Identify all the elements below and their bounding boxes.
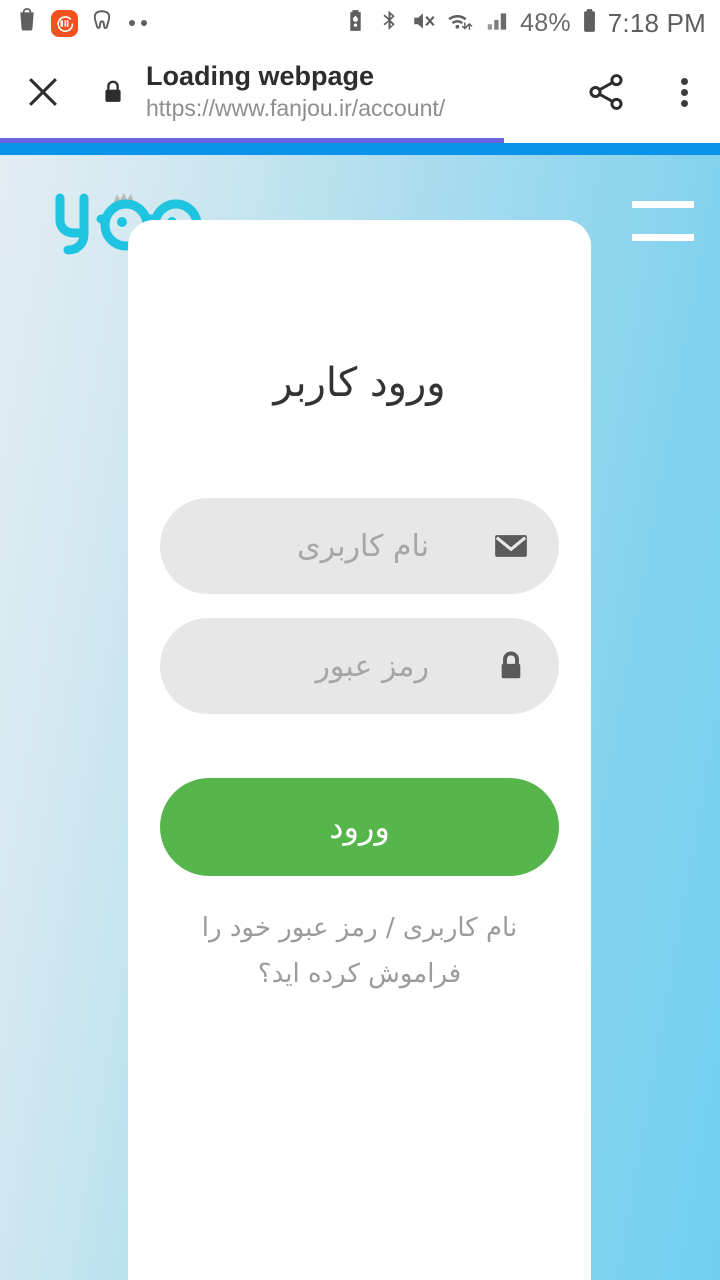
bucket-icon xyxy=(14,7,40,39)
lock-icon xyxy=(463,648,559,684)
more-dots-icon xyxy=(126,20,147,26)
more-vert-icon xyxy=(680,74,688,111)
page-title: Loading webpage xyxy=(146,61,375,92)
overflow-menu-button[interactable] xyxy=(648,46,720,138)
password-placeholder: رمز عبور xyxy=(315,648,429,684)
hamburger-bar-1 xyxy=(632,201,694,208)
battery-icon xyxy=(580,8,599,39)
mi-app-icon xyxy=(51,9,78,37)
status-bar: 48% 7:18 PM xyxy=(0,0,720,46)
clock-label: 7:18 PM xyxy=(607,8,706,38)
envelope-icon xyxy=(463,526,559,566)
battery-percent-label: 48% xyxy=(520,8,571,37)
signal-icon xyxy=(484,8,511,39)
lock-icon xyxy=(86,46,140,138)
forgot-credentials-link[interactable]: نام کاربری / رمز عبور خود را فراموش کرده… xyxy=(164,906,555,997)
omnibox[interactable]: Loading webpage https://www.fanjou.ir/ac… xyxy=(140,61,564,123)
tooth-icon xyxy=(89,8,115,39)
password-field[interactable]: رمز عبور xyxy=(160,618,559,714)
wifi-icon xyxy=(446,8,475,39)
bluetooth-icon xyxy=(377,8,402,38)
status-bar-system: 48% 7:18 PM xyxy=(343,8,706,39)
browser-toolbar: Loading webpage https://www.fanjou.ir/ac… xyxy=(0,46,720,138)
site-menu-button[interactable] xyxy=(632,201,694,241)
hamburger-bar-2 xyxy=(632,234,694,241)
page-url: https://www.fanjou.ir/account/ xyxy=(146,95,446,122)
username-placeholder: نام کاربری xyxy=(297,528,429,564)
login-card: ورود کاربر نام کاربری رمز عبور ورود نام … xyxy=(128,220,591,1280)
status-bar-notifications xyxy=(14,7,147,39)
mute-icon xyxy=(411,8,437,39)
webpage-viewport: ورود کاربر نام کاربری رمز عبور ورود نام … xyxy=(0,155,720,1280)
login-title: ورود کاربر xyxy=(273,360,446,406)
share-button[interactable] xyxy=(564,46,648,138)
phone-screen: 48% 7:18 PM Loading webpage https://www.… xyxy=(0,0,720,1280)
accent-bar xyxy=(0,143,720,155)
username-field[interactable]: نام کاربری xyxy=(160,498,559,594)
login-fields: نام کاربری رمز عبور xyxy=(128,498,591,714)
login-submit-button[interactable]: ورود xyxy=(160,778,559,876)
battery-saver-icon xyxy=(343,8,368,38)
close-button[interactable] xyxy=(0,46,86,138)
